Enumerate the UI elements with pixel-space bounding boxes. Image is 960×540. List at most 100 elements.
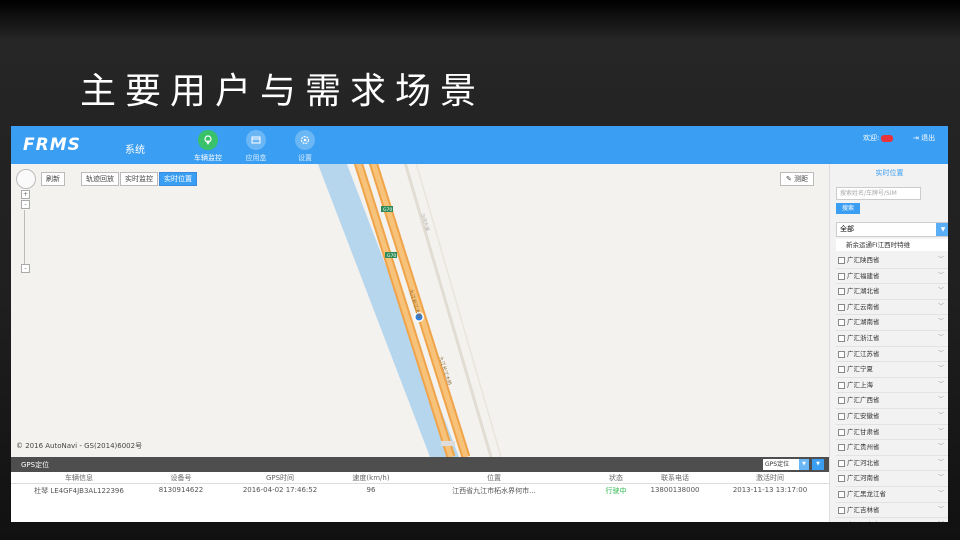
chevron-down-icon[interactable]: ﹀ — [938, 269, 944, 283]
province-item[interactable]: 广汇安徽省 ﹀ — [836, 409, 948, 425]
checkbox[interactable] — [838, 288, 845, 296]
gps-mode-select[interactable]: GPS定位 ▼ — [763, 459, 809, 470]
chevron-down-icon[interactable]: ﹀ — [938, 471, 944, 485]
map-copyright: © 2016 AutoNavi - GS(2014)6002号 — [16, 442, 143, 450]
province-item[interactable]: 广汇福建省 ﹀ — [836, 269, 948, 285]
checkbox[interactable] — [838, 381, 845, 389]
checkbox[interactable] — [838, 412, 845, 420]
measure-distance-button[interactable]: ✎ 测距 — [780, 172, 815, 186]
refresh-button[interactable]: 刷新 — [41, 172, 65, 186]
welcome-label: 欢迎: — [863, 134, 880, 142]
box-icon — [246, 130, 266, 150]
checkbox[interactable] — [838, 506, 845, 514]
zoom-in-button[interactable]: + — [21, 190, 30, 199]
chevron-down-icon[interactable]: ﹀ — [938, 487, 944, 501]
province-item[interactable]: 广汇湖北省 ﹀ — [836, 284, 948, 300]
gps-toggle-button[interactable]: ▼ — [812, 459, 824, 470]
chevron-down-icon[interactable]: ﹀ — [938, 440, 944, 454]
checkbox[interactable] — [838, 428, 845, 436]
chevron-down-icon[interactable]: ﹀ — [938, 362, 944, 376]
welcome-user: 欢迎: — [863, 133, 894, 143]
province-item[interactable]: 广汇河南省 ﹀ — [836, 471, 948, 487]
province-label: 广汇云南省 — [847, 302, 880, 311]
chevron-down-icon[interactable]: ﹀ — [938, 409, 944, 423]
province-label: 广汇陕西省 — [847, 256, 880, 264]
province-item[interactable]: 广汇河北省 ﹀ — [836, 456, 948, 472]
checkbox[interactable] — [838, 303, 845, 311]
col-header: 速度(km/h) — [352, 474, 390, 482]
province-item[interactable]: 广汇甘肃省 ﹀ — [836, 425, 948, 441]
col-header: 位置 — [487, 474, 501, 482]
chevron-down-icon[interactable]: ﹀ — [938, 518, 944, 522]
zoom-out-button[interactable]: - — [21, 200, 30, 209]
group-header[interactable]: 新余运通FI江西时特维 — [836, 239, 948, 251]
checkbox[interactable] — [838, 397, 845, 405]
province-item[interactable]: 广汇吉林省 ﹀ — [836, 503, 948, 519]
province-item[interactable]: 广汇黑龙江省 ﹀ — [836, 487, 948, 503]
checkbox[interactable] — [838, 319, 845, 327]
search-button[interactable]: 搜索 — [836, 203, 860, 214]
place-label-box — [441, 441, 455, 446]
group-select[interactable]: 全部 ▼ — [836, 222, 948, 237]
zoom-min-button[interactable]: - — [21, 264, 30, 273]
chevron-down-icon[interactable]: ﹀ — [938, 456, 944, 470]
province-item[interactable]: 广汇陕西省 ﹀ — [836, 253, 948, 269]
nav-label: 应用盒 — [245, 154, 267, 162]
col-header: 联系电话 — [661, 474, 689, 482]
province-item[interactable]: 广汇宁夏 ﹀ — [836, 362, 948, 378]
search-input[interactable]: 搜索姓名/车牌号/SIM — [836, 187, 921, 200]
road-label: G70 — [383, 207, 392, 213]
zoom-slider[interactable] — [24, 210, 25, 266]
track-playback-button[interactable]: 轨迹回放 — [81, 172, 119, 186]
checkbox[interactable] — [838, 257, 845, 264]
chevron-down-icon[interactable]: ﹀ — [938, 347, 944, 361]
logout-button[interactable]: ⇥ 退出 — [913, 133, 935, 143]
chevron-down-icon[interactable]: ﹀ — [938, 393, 944, 407]
province-item[interactable]: 广汇湖南省 ﹀ — [836, 315, 948, 331]
chevron-down-icon[interactable]: ﹀ — [938, 425, 944, 439]
nav-app-box[interactable]: 应用盒 — [234, 130, 278, 163]
realtime-position-panel: 实时位置 搜索姓名/车牌号/SIM 搜索 全部 ▼ 新余运通FI江西时特维 广汇… — [829, 164, 948, 522]
checkbox[interactable] — [838, 334, 845, 342]
location-icon — [198, 130, 218, 150]
chevron-down-icon[interactable]: ﹀ — [938, 331, 944, 345]
slide-title: 主要用户与需求场景 — [80, 71, 486, 112]
province-item[interactable]: 广汇浙江省 ﹀ — [836, 331, 948, 347]
col-header: 设备号 — [170, 474, 192, 482]
chevron-down-icon[interactable]: ﹀ — [938, 284, 944, 298]
chevron-down-icon[interactable]: ﹀ — [938, 378, 944, 392]
checkbox[interactable] — [838, 490, 845, 498]
map-pan-control[interactable] — [16, 169, 36, 189]
highway-inner — [355, 164, 454, 457]
cell-status: 行驶中 — [605, 487, 627, 495]
province-label: 广汇江苏省 — [847, 349, 880, 358]
nav-label: 设置 — [298, 154, 312, 162]
province-label: 广汇黑龙江省 — [847, 489, 886, 498]
live-monitor-button[interactable]: 实时监控 — [120, 172, 158, 186]
col-header: 激活时间 — [756, 474, 784, 482]
chevron-down-icon[interactable]: ﹀ — [938, 503, 944, 517]
chevron-down-icon[interactable]: ﹀ — [938, 253, 944, 267]
map-view[interactable]: G70 G70 九江长江大桥 九江长江大桥 沙河大道 + - - 刷新 轨迹回放… — [11, 164, 829, 457]
ruler-icon: ✎ — [786, 175, 792, 183]
checkbox[interactable] — [838, 444, 845, 452]
chevron-down-icon[interactable]: ﹀ — [938, 315, 944, 329]
checkbox[interactable] — [838, 272, 845, 280]
province-item[interactable]: 广汇江苏省 ﹀ — [836, 347, 948, 363]
checkbox[interactable] — [838, 475, 845, 483]
chevron-down-icon[interactable]: ﹀ — [938, 300, 944, 314]
province-label: 广汇浙江省 — [847, 333, 880, 342]
checkbox[interactable] — [838, 366, 845, 374]
province-item[interactable]: 广汇云南省 ﹀ — [836, 300, 948, 316]
checkbox[interactable] — [838, 350, 845, 358]
province-item[interactable]: 广汇辽宁省 ﹀ — [836, 518, 948, 522]
province-item[interactable]: 广汇贵州省 ﹀ — [836, 440, 948, 456]
live-position-button[interactable]: 实时位置 — [159, 172, 197, 186]
nav-settings[interactable]: 设置 — [283, 130, 327, 163]
cell-speed: 96 — [366, 486, 376, 494]
table-row[interactable]: 杜琴 LE4GF4JB3AL122396 8130914622 2016-04-… — [11, 485, 829, 496]
province-item[interactable]: 广汇广西省 ﹀ — [836, 393, 948, 409]
checkbox[interactable] — [838, 459, 845, 467]
nav-vehicle-monitor[interactable]: 车辆监控 — [186, 130, 230, 163]
province-item[interactable]: 广汇上海 ﹀ — [836, 378, 948, 394]
